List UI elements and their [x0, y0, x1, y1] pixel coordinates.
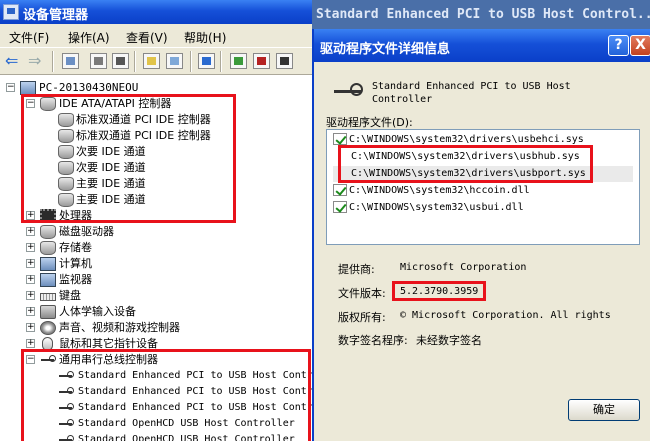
highlight-usb-box	[21, 349, 311, 441]
toolbar-separator	[220, 51, 222, 72]
file-path: C:\WINDOWS\system32\usbui.dll	[349, 202, 524, 213]
usb-device-icon	[332, 76, 364, 108]
help-icon[interactable]	[143, 53, 160, 69]
expand-icon[interactable]: +	[26, 291, 35, 300]
tree-label: 监视器	[59, 273, 92, 286]
update-driver-icon[interactable]	[230, 53, 247, 69]
menu-action[interactable]: 操作(A)	[68, 29, 110, 46]
tree-label: 存储卷	[59, 241, 92, 254]
menu-bar: 文件(F) 操作(A) 查看(V) 帮助(H)	[0, 24, 312, 48]
keyboard-icon	[40, 293, 56, 301]
ok-button[interactable]: 确定	[568, 399, 640, 421]
highlight-version-box	[392, 281, 486, 301]
tree-label: 键盘	[59, 289, 81, 302]
console-tree-icon[interactable]	[62, 53, 79, 69]
provider-value: Microsoft Corporation	[400, 262, 527, 273]
collapse-icon[interactable]: −	[6, 83, 15, 92]
tree-label: 声音、视频和游戏控制器	[59, 321, 180, 334]
file-path: C:\WINDOWS\system32\drivers\usbehci.sys	[349, 134, 584, 145]
signer-label: 数字签名程序:	[338, 334, 408, 347]
menu-file[interactable]: 文件(F)	[9, 29, 49, 46]
device-manager-window: 设备管理器 文件(F) 操作(A) 查看(V) 帮助(H) ⇐ ⇒ − PC-2…	[0, 0, 312, 441]
dialog-titlebar: 驱动程序文件详细信息 ? X	[314, 29, 650, 62]
device-name: Standard Enhanced PCI to USB Host Contro…	[372, 81, 571, 105]
expand-icon[interactable]: +	[26, 339, 35, 348]
forward-arrow-icon[interactable]: ⇒	[28, 52, 41, 70]
monitor-icon	[40, 273, 56, 287]
highlight-files-box	[338, 145, 593, 183]
disk-drive-icon	[40, 225, 56, 239]
expand-icon[interactable]: +	[26, 227, 35, 236]
list-item[interactable]: C:\WINDOWS\system32\hccoin.dll	[333, 183, 530, 199]
list-item[interactable]: C:\WINDOWS\system32\usbui.dll	[333, 200, 524, 216]
expand-icon[interactable]: +	[26, 323, 35, 332]
signer-value: 未经数字签名	[416, 334, 482, 347]
properties-window-titlebar: Standard Enhanced PCI to USB Host Contro…	[312, 0, 650, 29]
copyright-label: 版权所有:	[338, 311, 386, 324]
tree-label: 人体学输入设备	[59, 305, 136, 318]
properties-icon[interactable]	[90, 53, 107, 69]
menu-help[interactable]: 帮助(H)	[184, 29, 226, 46]
version-label: 文件版本:	[338, 287, 386, 300]
expand-icon[interactable]: +	[26, 307, 35, 316]
toolbar-separator	[190, 51, 192, 72]
provider-label: 提供商:	[338, 263, 375, 276]
tree-label: 计算机	[59, 257, 92, 270]
signed-check-icon	[333, 184, 347, 196]
toolbar: ⇐ ⇒	[0, 48, 312, 75]
computer-icon	[20, 81, 36, 95]
uninstall-icon[interactable]	[253, 53, 270, 69]
highlight-ide-box	[21, 94, 236, 223]
scan-hardware-icon[interactable]	[198, 53, 215, 69]
window-title: 设备管理器	[23, 8, 89, 23]
file-path: C:\WINDOWS\system32\hccoin.dll	[349, 185, 530, 196]
expand-icon[interactable]: +	[26, 243, 35, 252]
driver-file-details-dialog: 驱动程序文件详细信息 ? X Standard Enhanced PCI to …	[312, 29, 650, 441]
disable-device-icon[interactable]	[276, 53, 293, 69]
back-arrow-icon[interactable]: ⇐	[5, 52, 18, 70]
storage-volume-icon	[40, 241, 56, 255]
properties-window-title: Standard Enhanced PCI to USB Host Contro…	[316, 7, 650, 22]
help-button[interactable]: ?	[608, 35, 629, 56]
dialog-title: 驱动程序文件详细信息	[320, 42, 451, 57]
close-button[interactable]: X	[630, 35, 650, 56]
expand-icon[interactable]: +	[26, 275, 35, 284]
toolbar-separator	[134, 51, 136, 72]
tree-label: 磁盘驱动器	[59, 225, 114, 238]
sound-icon	[40, 321, 56, 335]
expand-icon[interactable]: +	[26, 259, 35, 268]
show-hide-icon[interactable]	[166, 53, 183, 69]
signed-check-icon	[333, 133, 347, 145]
toolbar-separator	[52, 51, 54, 72]
device-manager-icon	[3, 4, 19, 20]
print-icon[interactable]	[112, 53, 129, 69]
device-manager-titlebar: 设备管理器	[0, 0, 312, 24]
hid-icon	[40, 305, 56, 319]
driver-files-label: 驱动程序文件(D):	[326, 116, 413, 129]
computer-icon	[40, 257, 56, 271]
signed-check-icon	[333, 201, 347, 213]
menu-view[interactable]: 查看(V)	[126, 29, 168, 46]
copyright-value: © Microsoft Corporation. All rights	[400, 310, 611, 321]
